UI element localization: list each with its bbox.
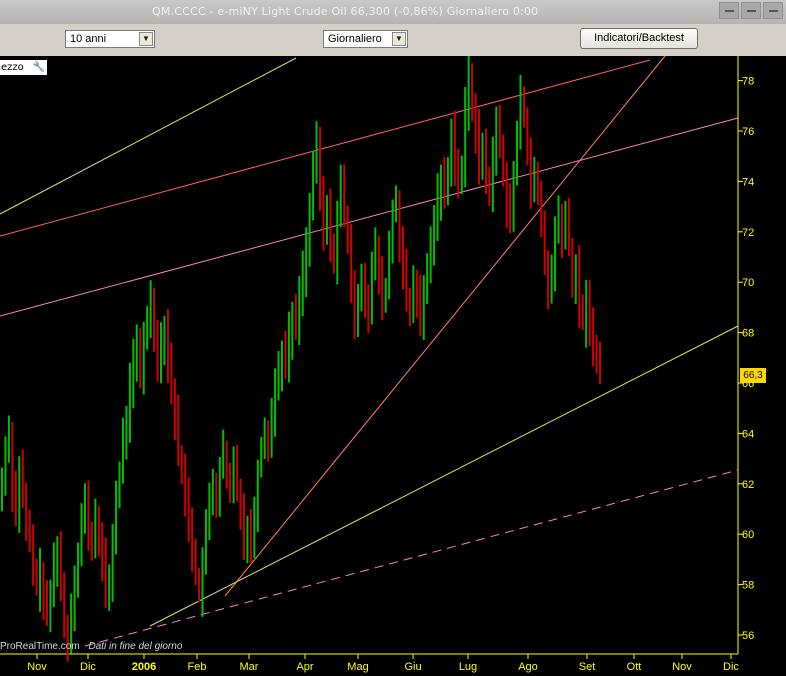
wrench-icon[interactable]: 🔧 bbox=[33, 60, 45, 75]
x-tick-label: Apr bbox=[296, 661, 313, 673]
interval-select[interactable]: Giornaliero ▼ bbox=[323, 30, 408, 48]
y-tick-label: 76 bbox=[742, 126, 754, 138]
x-tick-label: Feb bbox=[188, 661, 207, 673]
chart-toolbar: 10 anni ▼ Giornaliero ▼ Indicatori/Backt… bbox=[0, 24, 786, 56]
y-tick-label: 74 bbox=[742, 176, 754, 188]
chart-label-text: ezzo bbox=[1, 62, 24, 73]
chart-canvas[interactable]: 565860626466687072747678Nov Dic 2006 Feb Mar… bbox=[0, 56, 786, 676]
footer-note: Dati in fine del giorno bbox=[88, 641, 183, 652]
x-tick-label: Ago bbox=[518, 661, 538, 673]
minimize-button[interactable] bbox=[719, 2, 739, 19]
y-tick-label: 68 bbox=[742, 328, 754, 340]
x-tick-label: Mar bbox=[240, 661, 259, 673]
x-tick-label: Set bbox=[579, 661, 596, 673]
y-tick-label: 64 bbox=[742, 428, 754, 440]
trendline-yellow-lower bbox=[149, 325, 739, 627]
x-tick-label: Lug bbox=[459, 661, 477, 673]
trendline-red-channel bbox=[0, 59, 651, 237]
right-margin bbox=[766, 56, 786, 676]
title-bar: QM.CCCC - e-miNY Light Crude Oil 66,300 … bbox=[0, 0, 786, 24]
period-select[interactable]: 10 anni ▼ bbox=[65, 30, 155, 48]
price-chart[interactable]: 56 58 60 62 64 66 68 70 72 74 76 78 Nov Dic 2006 Feb Mar… bbox=[0, 56, 786, 676]
chevron-down-icon[interactable]: ▼ bbox=[139, 32, 153, 46]
window-title: QM.CCCC - e-miNY Light Crude Oil 66,300 … bbox=[152, 5, 539, 18]
chart-footer: ProRealTime.com Dati in fine del giorno bbox=[0, 641, 182, 652]
x-tick-label: 2006 bbox=[132, 661, 156, 673]
x-tick-label: Nov bbox=[27, 661, 47, 673]
y-tick-label: 56 bbox=[742, 630, 754, 642]
y-tick-label: 60 bbox=[742, 529, 754, 541]
trendline-pink-dashed bbox=[84, 469, 739, 647]
maximize-button[interactable] bbox=[741, 2, 761, 19]
minimize-icon bbox=[725, 10, 734, 12]
x-tick-label: Dic bbox=[723, 661, 739, 673]
chevron-down-icon[interactable]: ▼ bbox=[392, 32, 406, 46]
x-tick-label: Giu bbox=[404, 661, 421, 673]
period-value: 10 anni bbox=[70, 33, 107, 45]
y-tick-label: 72 bbox=[742, 227, 754, 239]
maximize-icon bbox=[747, 10, 756, 12]
y-tick-label: 62 bbox=[742, 479, 754, 491]
y-tick-label: 70 bbox=[742, 277, 754, 289]
y-tick-label: 78 bbox=[742, 76, 754, 88]
last-price-badge: 66,3 bbox=[740, 368, 766, 383]
close-button[interactable] bbox=[763, 2, 783, 19]
chart-label: ezzo 🔧 bbox=[0, 60, 47, 75]
trendline-orange-support bbox=[224, 56, 666, 597]
footer-source: ProRealTime.com bbox=[0, 641, 80, 652]
close-icon bbox=[769, 10, 778, 12]
indicators-backtest-button[interactable]: Indicatori/Backtest bbox=[580, 28, 698, 49]
trendline-yellow-upper bbox=[0, 57, 297, 215]
x-tick-label: Dic bbox=[80, 661, 96, 673]
x-tick-label: Nov bbox=[672, 661, 692, 673]
interval-value: Giornaliero bbox=[328, 33, 382, 45]
y-tick-label: 58 bbox=[742, 580, 754, 592]
x-tick-label: Mag bbox=[347, 661, 368, 673]
x-tick-label: Ott bbox=[627, 661, 642, 673]
